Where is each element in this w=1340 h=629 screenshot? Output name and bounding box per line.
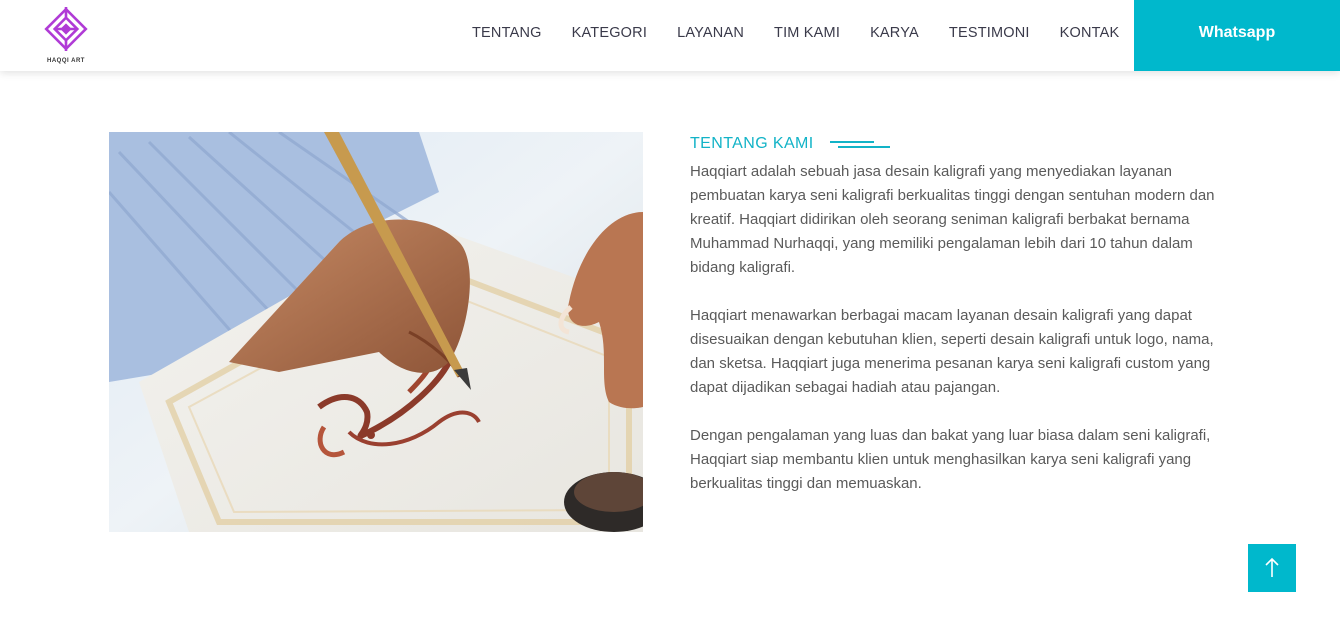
navbar: HAQQI ART TENTANG KATEGORI LAYANAN TIM K…	[0, 0, 1340, 71]
nav-item-karya[interactable]: KARYA	[855, 0, 934, 71]
about-paragraph: Haqqiart menawarkan berbagai macam layan…	[690, 307, 1214, 396]
nav-item-tentang[interactable]: TENTANG	[457, 0, 557, 71]
nav-item-kategori[interactable]: KATEGORI	[557, 0, 662, 71]
logo-text: HAQQI ART	[47, 58, 85, 64]
nav-item-kontak[interactable]: KONTAK	[1045, 0, 1135, 71]
whatsapp-button[interactable]: Whatsapp	[1134, 0, 1340, 71]
scroll-to-top-button[interactable]	[1248, 544, 1296, 592]
arrow-up-icon	[1265, 557, 1279, 577]
nav-item-testimoni[interactable]: TESTIMONI	[934, 0, 1045, 71]
calligraphy-photo	[109, 132, 643, 532]
nav-item-layanan[interactable]: LAYANAN	[662, 0, 759, 71]
title-decoration	[829, 140, 890, 148]
about-paragraph: Dengan pengalaman yang luas dan bakat ya…	[690, 427, 1211, 492]
section-heading: TENTANG KAMI	[690, 132, 1230, 156]
section-title: TENTANG KAMI	[690, 135, 814, 152]
about-paragraph: Haqqiart adalah sebuah jasa desain kalig…	[690, 163, 1215, 276]
about-section: TENTANG KAMI Haqqiart adalah sebuah jasa…	[690, 132, 1230, 520]
nav-item-tim-kami[interactable]: TIM KAMI	[759, 0, 855, 71]
main-nav: TENTANG KATEGORI LAYANAN TIM KAMI KARYA …	[457, 0, 1134, 71]
brand-logo[interactable]: HAQQI ART	[40, 4, 92, 66]
logo-mark-icon	[44, 7, 88, 51]
